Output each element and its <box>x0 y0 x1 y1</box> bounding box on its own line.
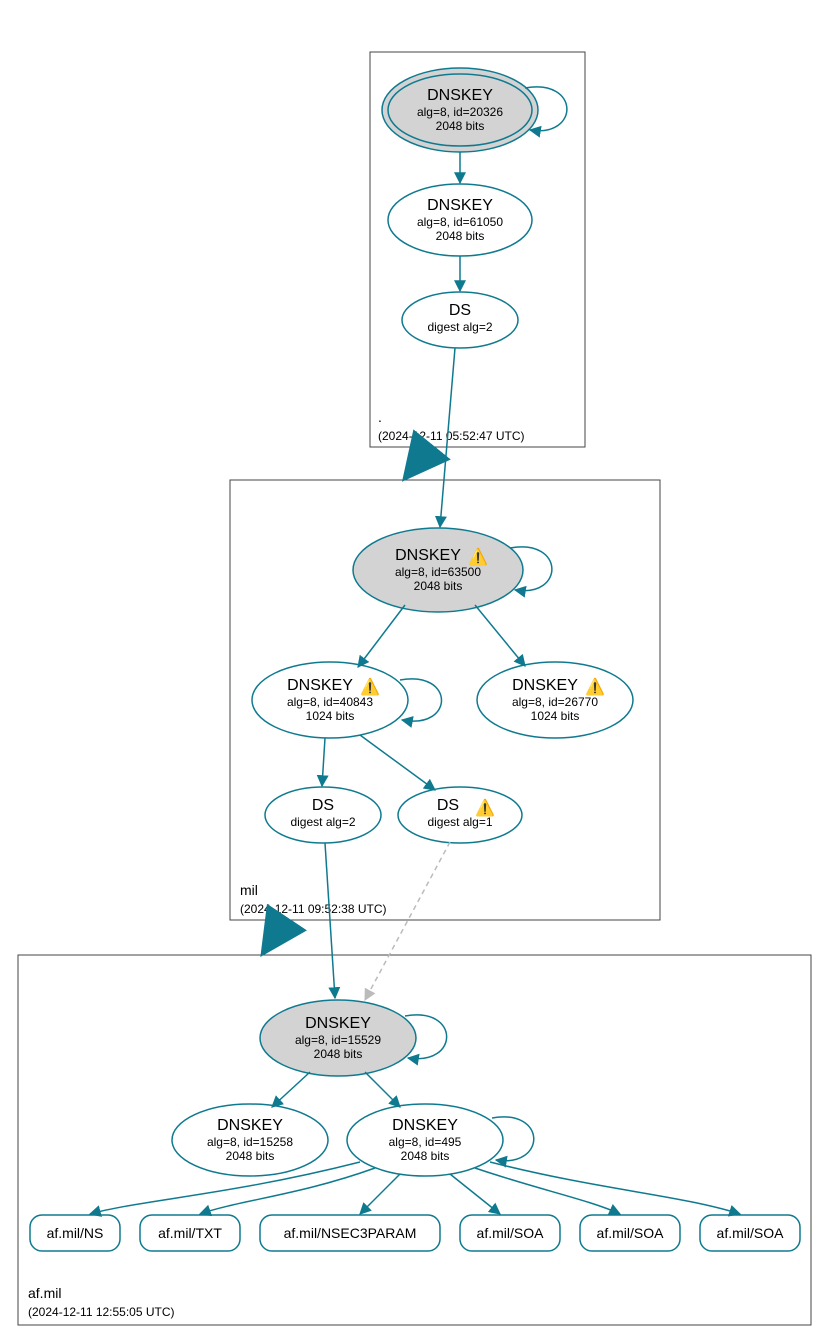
warning-icon: ⚠️ <box>360 677 380 696</box>
rrset-nsec3-label: af.mil/NSEC3PARAM <box>284 1225 417 1241</box>
rrset-soa-1: af.mil/SOA <box>460 1215 560 1251</box>
node-root-ds: DS digest alg=2 <box>402 292 518 348</box>
node-afmil-zsk1-line2: 2048 bits <box>226 1149 275 1163</box>
node-mil-zsk2-title: DNSKEY <box>512 677 578 694</box>
node-mil-ksk-title: DNSKEY <box>395 547 461 564</box>
node-mil-zsk2: DNSKEY ⚠️ alg=8, id=26770 1024 bits <box>477 662 633 738</box>
rrset-soa1-label: af.mil/SOA <box>477 1225 545 1241</box>
rrset-soa3-label: af.mil/SOA <box>717 1225 785 1241</box>
node-afmil-zsk1-title: DNSKEY <box>217 1117 283 1134</box>
node-mil-ksk: DNSKEY ⚠️ alg=8, id=63500 2048 bits <box>353 528 523 612</box>
node-mil-zsk2-line2: 1024 bits <box>531 709 580 723</box>
rrset-nsec3param: af.mil/NSEC3PARAM <box>260 1215 440 1251</box>
node-mil-zsk1-line2: 1024 bits <box>306 709 355 723</box>
node-mil-zsk1: DNSKEY ⚠️ alg=8, id=40843 1024 bits <box>252 662 408 738</box>
node-afmil-ksk-line1: alg=8, id=15529 <box>295 1033 381 1047</box>
node-mil-ds1-title: DS <box>437 797 459 814</box>
node-afmil-zsk2: DNSKEY alg=8, id=495 2048 bits <box>347 1104 503 1176</box>
zone-afmil-label: af.mil <box>28 1285 61 1301</box>
node-afmil-zsk2-line2: 2048 bits <box>401 1149 450 1163</box>
node-mil-ds1-line1: digest alg=1 <box>427 815 492 829</box>
node-mil-ksk-line2: 2048 bits <box>414 579 463 593</box>
zone-root-label: . <box>378 409 382 425</box>
node-root-ds-title: DS <box>449 302 471 319</box>
zone-mil-label: mil <box>240 882 258 898</box>
node-mil-zsk1-title: DNSKEY <box>287 677 353 694</box>
node-root-zsk: DNSKEY alg=8, id=61050 2048 bits <box>388 184 532 256</box>
rrset-soa-3: af.mil/SOA <box>700 1215 800 1251</box>
rrset-ns: af.mil/NS <box>30 1215 120 1251</box>
node-mil-ksk-line1: alg=8, id=63500 <box>395 565 481 579</box>
rrset-ns-label: af.mil/NS <box>47 1225 104 1241</box>
node-mil-ds2-title: DS <box>312 797 334 814</box>
node-root-ksk-title: DNSKEY <box>427 87 493 104</box>
rrset-txt: af.mil/TXT <box>140 1215 240 1251</box>
node-afmil-zsk2-line1: alg=8, id=495 <box>389 1135 462 1149</box>
node-afmil-zsk1: DNSKEY alg=8, id=15258 2048 bits <box>172 1104 328 1176</box>
node-afmil-ksk: DNSKEY alg=8, id=15529 2048 bits <box>260 1000 416 1076</box>
node-root-zsk-line1: alg=8, id=61050 <box>417 215 503 229</box>
node-mil-ds1: DS ⚠️ digest alg=1 <box>398 787 522 843</box>
node-mil-zsk2-line1: alg=8, id=26770 <box>512 695 598 709</box>
node-mil-ds2: DS digest alg=2 <box>265 787 381 843</box>
dnssec-diagram: . (2024-12-11 05:52:47 UTC) DNSKEY alg=8… <box>0 0 829 1344</box>
node-afmil-ksk-line2: 2048 bits <box>314 1047 363 1061</box>
node-afmil-zsk2-title: DNSKEY <box>392 1117 458 1134</box>
node-root-ksk-line2: 2048 bits <box>436 119 485 133</box>
node-root-ds-line1: digest alg=2 <box>427 320 492 334</box>
rrset-txt-label: af.mil/TXT <box>158 1225 222 1241</box>
node-afmil-ksk-title: DNSKEY <box>305 1015 371 1032</box>
warning-icon: ⚠️ <box>468 547 488 566</box>
node-mil-zsk1-line1: alg=8, id=40843 <box>287 695 373 709</box>
node-root-ksk: DNSKEY alg=8, id=20326 2048 bits <box>382 68 538 152</box>
zone-mil-timestamp: (2024-12-11 09:52:38 UTC) <box>240 902 387 916</box>
rrset-soa-2: af.mil/SOA <box>580 1215 680 1251</box>
node-mil-ds2-line1: digest alg=2 <box>290 815 355 829</box>
node-afmil-zsk1-line1: alg=8, id=15258 <box>207 1135 293 1149</box>
node-root-ksk-line1: alg=8, id=20326 <box>417 105 503 119</box>
zone-root-timestamp: (2024-12-11 05:52:47 UTC) <box>378 429 525 443</box>
warning-icon: ⚠️ <box>585 677 605 696</box>
zone-afmil-timestamp: (2024-12-11 12:55:05 UTC) <box>28 1305 175 1319</box>
node-root-zsk-line2: 2048 bits <box>436 229 485 243</box>
node-root-zsk-title: DNSKEY <box>427 197 493 214</box>
rrset-soa2-label: af.mil/SOA <box>597 1225 665 1241</box>
